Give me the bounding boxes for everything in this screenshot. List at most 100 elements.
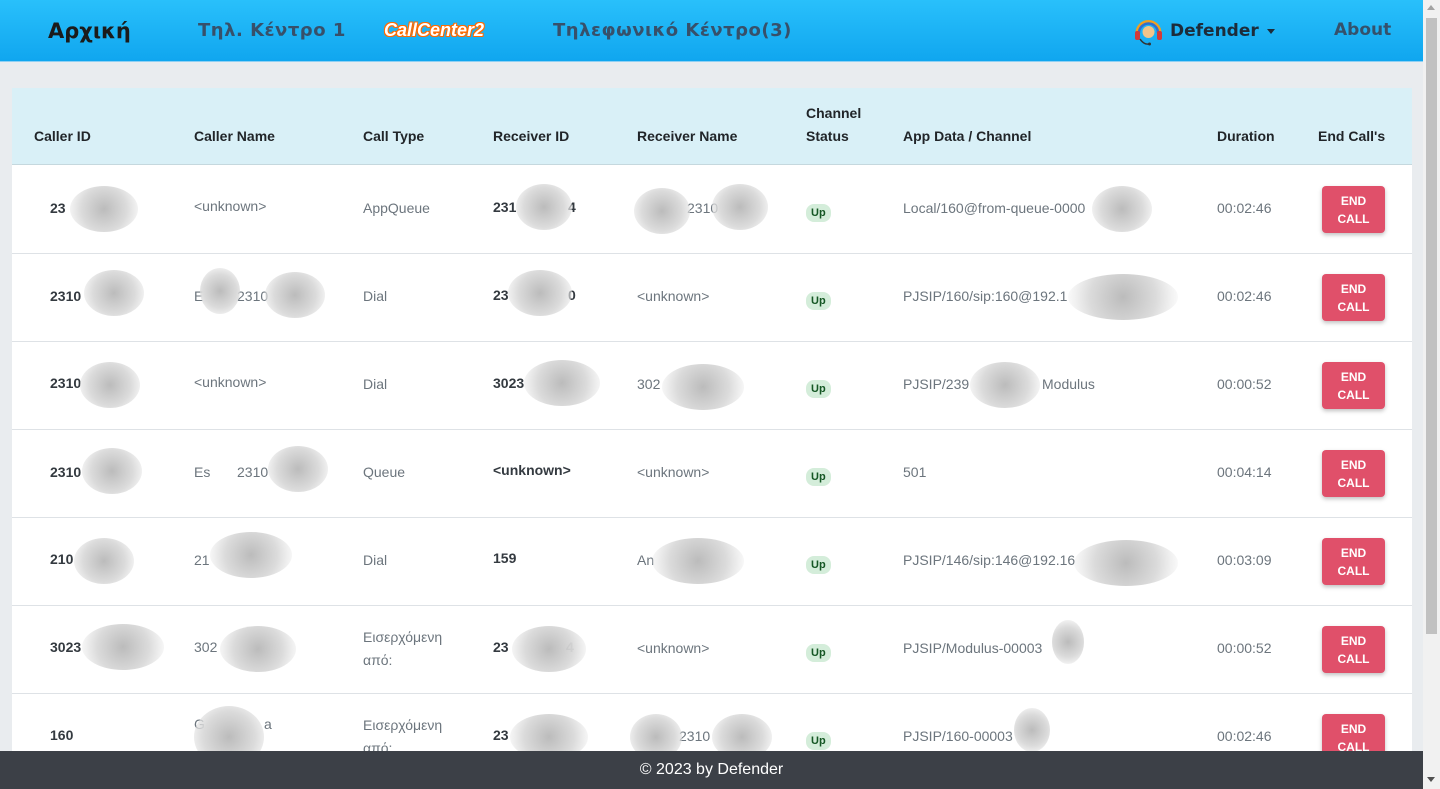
redaction-blur [508, 270, 572, 316]
end-call-button[interactable]: END CALL [1322, 626, 1385, 673]
caller-id-cell: 2310 [50, 375, 82, 391]
vertical-scrollbar[interactable] [1423, 0, 1440, 789]
receiver-name-cell: 302 [637, 376, 661, 392]
status-badge: Up [806, 204, 831, 222]
duration-cell: 00:03:09 [1217, 552, 1272, 568]
app-data-cell: Local/160@from-queue-0000 [903, 200, 1086, 216]
redaction-blur [1014, 708, 1050, 752]
table-row: 2310 Es 2310 Queue <unknown> <unknown> U… [12, 430, 1412, 518]
header-caller-id: Caller ID [34, 128, 91, 144]
header-app-data: App Data / Channel [903, 128, 1032, 144]
app-data-cell: PJSIP/Modulus-00003 [903, 640, 1043, 656]
duration-cell: 00:02:46 [1217, 200, 1272, 216]
redaction-blur [265, 272, 325, 318]
call-type-cell: Dial [363, 376, 388, 392]
caller-name-cell: 21 [194, 552, 210, 568]
receiver-name-cell: <unknown> [637, 640, 710, 656]
receiver-name-cell: 2310 [679, 728, 711, 744]
receiver-name-cell: <unknown> [637, 464, 710, 480]
redaction-blur [268, 446, 328, 492]
caller-id-cell: 2310 [50, 288, 82, 304]
redaction-blur [970, 362, 1040, 408]
caller-name-cell: <unknown> [194, 374, 267, 390]
receiver-id-cell: 3023 [493, 375, 525, 391]
nav-callcenter-1-link[interactable]: Τηλ. Κέντρο 1 [198, 20, 346, 41]
user-menu-dropdown[interactable]: Defender [1133, 16, 1275, 46]
redaction-blur [712, 184, 768, 230]
caller-name-cell: Es [194, 464, 211, 480]
call-type-cell: AppQueue [363, 200, 430, 216]
caller-name-cell-2: a [264, 716, 272, 732]
receiver-id-cell: 23 [493, 287, 509, 303]
call-type-cell-line2: από: [363, 652, 393, 668]
redaction-blur [512, 626, 586, 672]
redaction-blur [210, 532, 292, 578]
header-channel-status-line1: Channel [806, 105, 862, 121]
caller-id-cell: 3023 [50, 639, 82, 655]
redaction-blur [200, 268, 240, 314]
app-data-cell: 501 [903, 464, 927, 480]
redaction-blur [524, 360, 600, 406]
duration-cell: 00:02:46 [1217, 728, 1272, 744]
scroll-up-arrow-icon[interactable] [1427, 5, 1435, 10]
redaction-blur [634, 188, 690, 234]
caller-id-cell: 2310 [50, 464, 82, 480]
end-call-button[interactable]: END CALL [1322, 362, 1385, 409]
call-type-cell: Εισερχόμενη [363, 629, 443, 645]
scrollbar-thumb[interactable] [1426, 18, 1437, 634]
scroll-down-arrow-icon[interactable] [1427, 777, 1435, 782]
redaction-blur [80, 362, 140, 408]
nav-callcenter-3-link[interactable]: Τηλεφωνικό Κέντρο(3) [553, 20, 792, 41]
duration-cell: 00:00:52 [1217, 640, 1272, 656]
status-badge: Up [806, 292, 831, 310]
call-type-cell: Dial [363, 288, 388, 304]
table-row: 2310 E 2310 Dial 23 0 <unknown> Up PJSIP… [12, 254, 1412, 342]
nav-home-link[interactable]: Αρχική [48, 19, 131, 43]
receiver-id-cell: 159 [493, 550, 517, 566]
table-row: 2310 <unknown> Dial 3023 302 Up PJSIP/23… [12, 342, 1412, 430]
receiver-name-cell: <unknown> [637, 288, 710, 304]
duration-cell: 00:00:52 [1217, 376, 1272, 392]
status-badge: Up [806, 380, 831, 398]
end-call-button[interactable]: END CALL [1322, 450, 1385, 497]
page-footer: © 2023 by Defender [0, 751, 1423, 789]
redaction-blur [652, 538, 744, 584]
header-end-calls: End Call's [1318, 128, 1386, 144]
redaction-blur [1074, 540, 1178, 586]
header-call-type: Call Type [363, 128, 425, 144]
caller-name-cell-2: 2310 [237, 288, 269, 304]
header-caller-name: Caller Name [194, 128, 275, 144]
table-header: Caller ID Caller Name Call Type Receiver… [12, 88, 1412, 165]
header-receiver-id: Receiver ID [493, 128, 570, 144]
duration-cell: 00:04:14 [1217, 464, 1272, 480]
user-name: Defender [1170, 21, 1259, 41]
caller-id-cell: 160 [50, 727, 74, 743]
nav-callcenter-2-link[interactable]: CallCenter2 [384, 20, 484, 41]
header-duration: Duration [1217, 128, 1275, 144]
caret-down-icon [1266, 28, 1275, 34]
redaction-blur [82, 448, 142, 494]
caller-name-cell-2: 2310 [237, 464, 269, 480]
status-badge: Up [806, 732, 831, 750]
redaction-blur [1052, 620, 1084, 664]
top-navbar: Αρχική Τηλ. Κέντρο 1 CallCenter2 Τηλεφων… [0, 0, 1423, 62]
status-badge: Up [806, 468, 831, 486]
table-row: 23 <unknown> AppQueue 231 4 2310 Up Loca… [12, 166, 1412, 254]
end-call-button[interactable]: END CALL [1322, 186, 1385, 233]
receiver-id-cell: 231 [493, 199, 517, 215]
nav-about-link[interactable]: About [1334, 20, 1391, 40]
end-call-button[interactable]: END CALL [1322, 538, 1385, 585]
redaction-blur [220, 626, 296, 672]
receiver-id-cell: 23 [493, 727, 509, 743]
duration-cell: 00:02:46 [1217, 288, 1272, 304]
table-row: 3023 302 Εισερχόμενη από: 23 4 <unknown>… [12, 606, 1412, 694]
app-data-cell-end: Modulus [1042, 376, 1095, 392]
redaction-blur [70, 186, 138, 232]
header-channel-status-line2: Status [806, 128, 849, 144]
end-call-button[interactable]: END CALL [1322, 274, 1385, 321]
table-row: 210 21 Dial 159 An Up PJSIP/146/sip:146@… [12, 518, 1412, 606]
receiver-id-cell: 23 [493, 639, 509, 655]
caller-name-cell: 302 [194, 639, 218, 655]
caller-id-cell: 23 [50, 200, 66, 216]
headset-user-icon [1135, 20, 1162, 46]
